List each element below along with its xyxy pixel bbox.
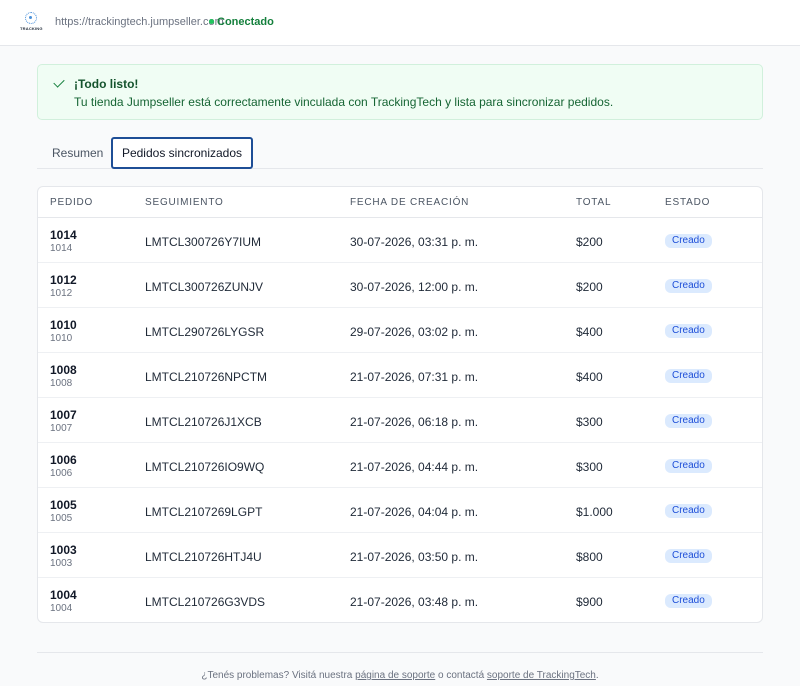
order-id: 1010 [50,333,73,344]
alert-title: ¡Todo listo! [74,77,139,91]
store-url: https://trackingtech.jumpseller.com [55,16,224,28]
tracking-code: LMTCL290726LYGSR [145,325,265,339]
column-header-seguimiento: SEGUIMIENTO [145,197,224,208]
footer-text-middle: o contactá [435,670,487,681]
order-number[interactable]: 1007 [50,408,77,422]
alert-message: Tu tienda Jumpseller está correctamente … [74,95,614,109]
table-row[interactable]: 1004 1004 LMTCL210726G3VDS 21-07-2026, 03:4… [38,578,762,622]
trackingtech-logo[interactable]: TRACKING [20,11,43,35]
order-total: $1.000 [576,505,613,519]
connection-status: Conectado [209,16,274,28]
order-number[interactable]: 1005 [50,498,77,512]
support-contact-link[interactable]: soporte de TrackingTech [487,670,596,681]
tracking-code: LMTCL210726IO9WQ [145,460,265,474]
status-badge: Creado [665,504,712,518]
table-row[interactable]: 1012 1012 LMTCL300726ZUNJV 30-07-2026, 12:0… [38,263,762,308]
top-bar: TRACKING https://trackingtech.jumpseller… [0,0,800,46]
order-total: $300 [576,415,603,429]
creation-date: 21-07-2026, 04:04 p. m. [350,505,479,519]
status-dot-icon [209,19,214,24]
order-number[interactable]: 1012 [50,273,77,287]
creation-date: 21-07-2026, 03:50 p. m. [350,550,479,564]
column-header-estado: ESTADO [665,197,711,208]
tab-pedidos-sincronizados[interactable]: Pedidos sincronizados [111,137,253,169]
order-total: $800 [576,550,603,564]
creation-date: 29-07-2026, 03:02 p. m. [350,325,479,339]
status-badge: Creado [665,234,712,248]
table-row[interactable]: 1007 1007 LMTCL210726J1XCB 21-07-2026, 06:1… [38,398,762,443]
status-label: Conectado [217,16,274,28]
tab-resumen[interactable]: Resumen [52,137,103,169]
success-alert: ¡Todo listo! Tu tienda Jumpseller está c… [37,64,763,120]
status-badge: Creado [665,324,712,338]
status-badge: Creado [665,369,712,383]
order-total: $200 [576,235,603,249]
order-total: $400 [576,325,603,339]
creation-date: 30-07-2026, 03:31 p. m. [350,235,479,249]
order-id: 1006 [50,468,73,479]
footer-text-end: . [595,670,599,681]
logo-text: TRACKING [20,26,43,31]
status-badge: Creado [665,549,712,563]
status-badge: Creado [665,279,712,293]
table-row[interactable]: 1005 1005 LMTCL2107269LGPT 21-07-2026, 04:0… [38,488,762,533]
creation-date: 21-07-2026, 04:44 p. m. [350,460,479,474]
tracking-code: LMTCL300726Y7IUM [145,235,262,249]
order-number[interactable]: 1014 [50,228,77,242]
order-id: 1012 [50,288,73,299]
footer-text: ¿Tenés problemas? Visitá nuestra [201,670,356,681]
column-header-total: TOTAL [576,197,612,208]
status-badge: Creado [665,414,712,428]
order-number[interactable]: 1008 [50,363,77,377]
order-id: 1014 [50,243,73,254]
table-row[interactable]: 1006 1006 LMTCL210726IO9WQ 21-07-2026, 04:4… [38,443,762,488]
column-header-fecha: FECHA DE CREACIÓN [350,197,470,208]
tracking-code: LMTCL300726ZUNJV [145,280,264,294]
order-total: $300 [576,460,603,474]
creation-date: 30-07-2026, 12:00 p. m. [350,280,479,294]
support-page-link[interactable]: página de soporte [355,670,435,681]
status-badge: Creado [665,594,712,608]
tracking-code: LMTCL210726HTJ4U [145,550,262,564]
tracking-code: LMTCL210726G3VDS [145,595,266,609]
order-id: 1008 [50,378,73,389]
table-row[interactable]: 1014 1014 LMTCL300726Y7IUM 30-07-2026, 03:3… [38,218,762,263]
table-row[interactable]: 1010 1010 LMTCL290726LYGSR 29-07-2026, 03:0… [38,308,762,353]
status-badge: Creado [665,459,712,473]
order-id: 1003 [50,558,73,569]
tab-bar: Resumen Pedidos sincronizados [37,137,763,169]
order-id: 1007 [50,423,73,434]
orders-table: PEDIDO SEGUIMIENTO FECHA DE CREACIÓN TOT… [37,186,763,623]
footer: ¿Tenés problemas? Visitá nuestra página … [0,670,800,681]
creation-date: 21-07-2026, 07:31 p. m. [350,370,479,384]
creation-date: 21-07-2026, 06:18 p. m. [350,415,479,429]
check-icon [53,76,65,88]
tracking-code: LMTCL210726NPCTM [145,370,268,384]
order-total: $900 [576,595,603,609]
column-header-pedido: PEDIDO [50,197,94,208]
table-header: PEDIDO SEGUIMIENTO FECHA DE CREACIÓN TOT… [38,187,762,218]
table-row[interactable]: 1003 1003 LMTCL210726HTJ4U 21-07-2026, 03:5… [38,533,762,578]
tracking-code: LMTCL210726J1XCB [145,415,262,429]
order-number[interactable]: 1003 [50,543,77,557]
creation-date: 21-07-2026, 03:48 p. m. [350,595,479,609]
logo-icon [25,12,37,24]
table-row[interactable]: 1008 1008 LMTCL210726NPCTM 21-07-2026, 07:3… [38,353,762,398]
order-id: 1005 [50,513,73,524]
order-number[interactable]: 1004 [50,588,77,602]
order-total: $200 [576,280,603,294]
footer-divider [37,652,763,653]
tracking-code: LMTCL2107269LGPT [145,505,263,519]
order-number[interactable]: 1006 [50,453,77,467]
order-id: 1004 [50,603,73,614]
order-number[interactable]: 1010 [50,318,77,332]
order-total: $400 [576,370,603,384]
